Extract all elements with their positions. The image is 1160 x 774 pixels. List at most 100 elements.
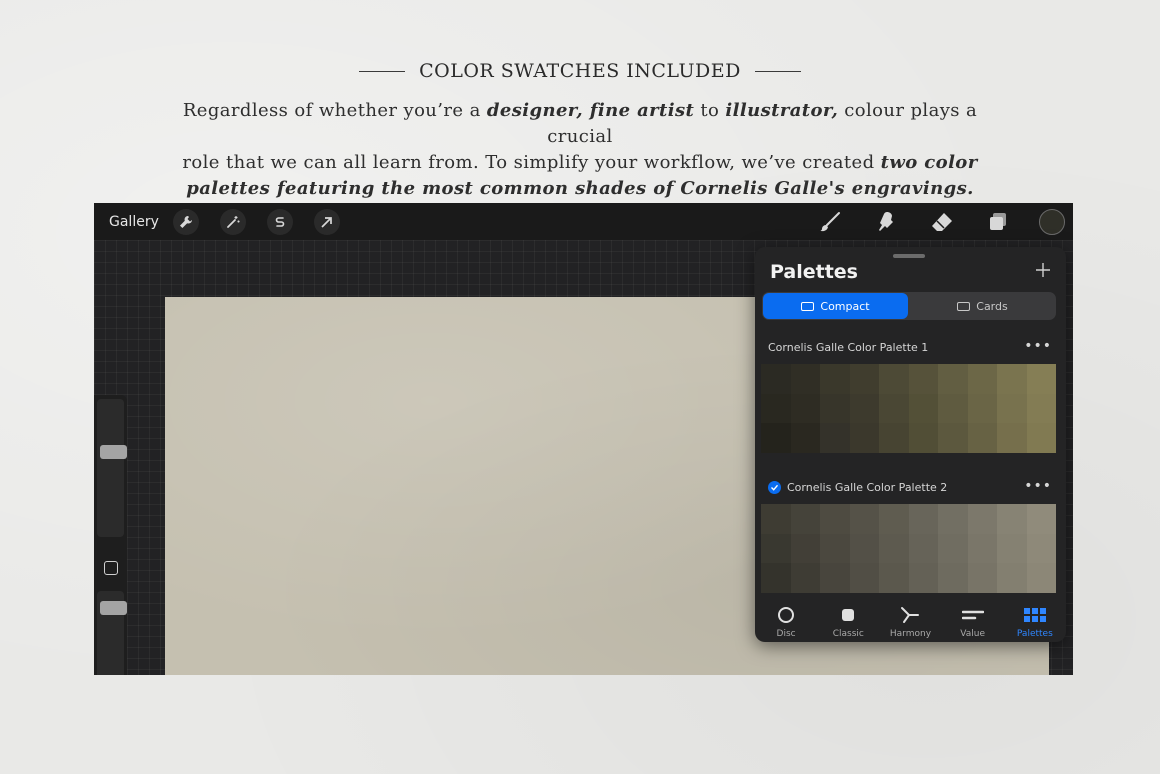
color-swatch[interactable] (790, 423, 820, 453)
color-swatch[interactable] (820, 393, 850, 424)
gallery-button[interactable]: Gallery (109, 214, 159, 230)
color-swatch[interactable] (879, 504, 909, 534)
smudge-icon[interactable] (871, 208, 901, 236)
color-swatch[interactable] (820, 364, 850, 394)
intro-text: Regardless of whether you’re a (182, 100, 487, 121)
top-toolbar: Gallery (94, 203, 1073, 240)
color-swatch[interactable] (761, 533, 791, 564)
color-swatch[interactable] (967, 393, 997, 424)
tab-value[interactable]: Value (943, 606, 1003, 639)
color-mode-tabs: Disc Classic Harmony Value Palettes (755, 596, 1066, 642)
color-swatch[interactable] (849, 364, 879, 394)
color-swatch[interactable] (879, 563, 909, 593)
color-swatch[interactable] (1026, 533, 1056, 564)
intro-emphasis: designer, fine artist (486, 100, 695, 121)
wrench-icon[interactable] (172, 208, 199, 235)
current-color-button[interactable] (1039, 209, 1065, 235)
tab-palettes[interactable]: Palettes (1005, 606, 1065, 639)
color-swatch[interactable] (879, 423, 909, 453)
tab-classic[interactable]: Classic (818, 606, 878, 639)
tab-disc[interactable]: Disc (756, 606, 816, 639)
cards-tab[interactable]: Cards (910, 293, 1055, 319)
color-swatch[interactable] (938, 533, 968, 564)
color-swatch[interactable] (849, 533, 879, 564)
intro-text: to (694, 100, 726, 121)
color-swatch[interactable] (820, 504, 850, 534)
color-swatch[interactable] (908, 533, 938, 564)
transform-arrow-icon[interactable] (313, 208, 340, 235)
color-swatch[interactable] (997, 563, 1027, 593)
color-swatch[interactable] (908, 393, 938, 424)
tab-harmony[interactable]: Harmony (880, 606, 940, 639)
color-swatch[interactable] (967, 423, 997, 453)
color-swatch[interactable] (1026, 563, 1056, 593)
color-swatch[interactable] (790, 533, 820, 564)
opacity-thumb[interactable] (100, 601, 127, 615)
view-mode-toggle: Compact Cards (762, 292, 1056, 320)
palette-2-more-button[interactable]: ••• (1024, 478, 1052, 494)
color-swatch[interactable] (967, 364, 997, 394)
color-swatch[interactable] (908, 563, 938, 593)
color-swatch[interactable] (938, 563, 968, 593)
color-swatch[interactable] (938, 364, 968, 394)
tab-label: Disc (776, 629, 796, 639)
palette-2-swatches (761, 504, 1056, 593)
color-swatch[interactable] (820, 563, 850, 593)
brush-size-thumb[interactable] (100, 445, 127, 459)
color-swatch[interactable] (997, 364, 1027, 394)
eraser-icon[interactable] (927, 208, 957, 236)
color-swatch[interactable] (938, 393, 968, 424)
color-swatch[interactable] (967, 504, 997, 534)
panel-grabber[interactable] (893, 254, 925, 258)
brush-size-slider[interactable] (97, 399, 127, 537)
color-swatch[interactable] (790, 393, 820, 424)
heading-rule-left (359, 70, 406, 72)
color-swatch[interactable] (997, 504, 1027, 534)
color-swatch[interactable] (1026, 364, 1056, 394)
color-swatch[interactable] (967, 533, 997, 564)
color-swatch[interactable] (997, 423, 1027, 453)
compact-tab[interactable]: Compact (763, 293, 908, 319)
color-swatch[interactable] (849, 504, 879, 534)
add-palette-icon[interactable] (1034, 261, 1052, 279)
selection-s-icon[interactable] (266, 208, 293, 235)
color-swatch[interactable] (908, 423, 938, 453)
color-swatch[interactable] (849, 393, 879, 424)
color-swatch[interactable] (908, 504, 938, 534)
layers-icon[interactable] (983, 208, 1013, 236)
color-swatch[interactable] (1026, 504, 1056, 534)
color-swatch[interactable] (761, 393, 791, 424)
color-swatch[interactable] (879, 393, 909, 424)
color-swatch[interactable] (938, 504, 968, 534)
color-swatch[interactable] (879, 364, 909, 394)
heading-rule-right (754, 70, 801, 72)
color-swatch[interactable] (938, 423, 968, 453)
color-swatch[interactable] (879, 533, 909, 564)
color-swatch[interactable] (908, 364, 938, 394)
color-swatch[interactable] (761, 423, 791, 453)
palette-2-name[interactable]: Cornelis Galle Color Palette 2 (768, 481, 947, 494)
color-swatch[interactable] (849, 563, 879, 593)
color-swatch[interactable] (761, 504, 791, 534)
opacity-slider[interactable] (97, 591, 127, 675)
color-swatch[interactable] (849, 423, 879, 453)
color-swatch[interactable] (790, 504, 820, 534)
color-swatch[interactable] (997, 533, 1027, 564)
color-swatch[interactable] (967, 563, 997, 593)
color-swatch[interactable] (997, 393, 1027, 424)
left-sidebar (94, 395, 127, 675)
color-swatch[interactable] (790, 563, 820, 593)
color-swatch[interactable] (820, 533, 850, 564)
color-swatch[interactable] (820, 423, 850, 453)
palette-1-name[interactable]: Cornelis Galle Color Palette 1 (768, 341, 928, 354)
color-swatch[interactable] (761, 563, 791, 593)
palette-1-more-button[interactable]: ••• (1024, 338, 1052, 354)
brush-icon[interactable] (815, 208, 845, 236)
color-swatch[interactable] (790, 364, 820, 394)
color-swatch[interactable] (761, 364, 791, 394)
color-swatch[interactable] (1026, 423, 1056, 453)
modify-button[interactable] (104, 561, 118, 575)
disc-icon (777, 606, 795, 624)
color-swatch[interactable] (1026, 393, 1056, 424)
magic-wand-icon[interactable] (219, 208, 246, 235)
